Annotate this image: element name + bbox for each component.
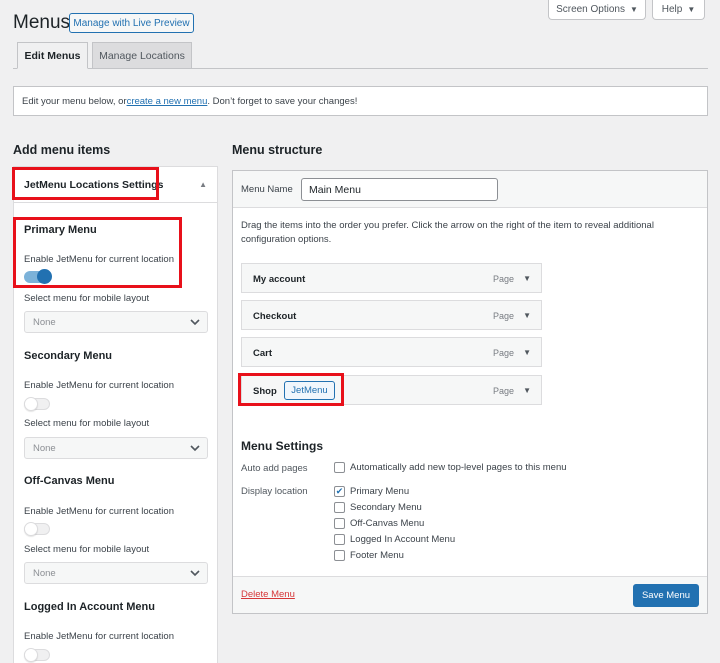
location-checkbox-offcanvas[interactable]: Off-Canvas Menu <box>334 518 424 529</box>
help-label: Help <box>661 4 683 15</box>
edit-notice: Edit your menu below, or create a new me… <box>13 86 708 116</box>
auto-add-label: Auto add pages <box>241 463 308 474</box>
enable-label-primary: Enable JetMenu for current location <box>24 254 174 265</box>
menu-name-input[interactable]: Main Menu <box>301 178 498 201</box>
menu-name-bar: Menu Name Main Menu <box>233 171 707 208</box>
menu-item-type: Page <box>492 386 514 396</box>
create-new-menu-link[interactable]: create a new menu <box>127 96 208 107</box>
auto-add-checkbox[interactable] <box>334 462 345 473</box>
enable-label-offcanvas: Enable JetMenu for current location <box>24 506 174 517</box>
save-menu-button[interactable]: Save Menu <box>633 584 699 607</box>
location-checkbox-primary[interactable]: ✔ Primary Menu <box>334 486 409 497</box>
mobile-label-secondary: Select menu for mobile layout <box>24 418 150 429</box>
menu-item-type: Page <box>492 274 514 284</box>
caret-up-icon[interactable]: ▲ <box>199 180 207 189</box>
accordion-title: JetMenu Locations Settings <box>24 179 164 191</box>
tab-manage-locations[interactable]: Manage Locations <box>92 42 192 69</box>
checkbox[interactable] <box>334 534 345 545</box>
tab-edit-menus[interactable]: Edit Menus <box>17 42 88 69</box>
menu-item-title: Checkout <box>253 311 297 322</box>
menu-item[interactable]: Checkout Page ▼ <box>241 300 542 330</box>
caret-down-icon[interactable]: ▼ <box>523 386 531 395</box>
location-title-primary: Primary Menu <box>24 224 97 236</box>
menu-item[interactable]: Shop JetMenu Page ▼ <box>241 375 542 405</box>
location-checkbox-footer[interactable]: Footer Menu <box>334 550 404 561</box>
menu-instructions: Drag the items into the order you prefer… <box>241 220 654 245</box>
menu-item[interactable]: Cart Page ▼ <box>241 337 542 367</box>
toggle-knob <box>37 269 52 284</box>
menu-structure-heading: Menu structure <box>232 143 323 157</box>
mobile-select-offcanvas[interactable]: None <box>24 562 208 584</box>
menu-item-title: Shop <box>253 386 277 397</box>
chevron-down-icon <box>190 319 200 326</box>
checkbox[interactable] <box>334 550 345 561</box>
notice-text-before: Edit your menu below, or <box>22 95 127 107</box>
location-title-secondary: Secondary Menu <box>24 350 113 362</box>
jetmenu-locations-accordion-header[interactable]: JetMenu Locations Settings ▲ <box>14 167 217 203</box>
location-checkbox-label: Secondary Menu <box>350 502 422 513</box>
location-title-offcanvas: Off-Canvas Menu <box>24 475 115 487</box>
checkbox[interactable] <box>334 518 345 529</box>
enable-toggle-secondary[interactable] <box>24 397 50 411</box>
mobile-select-primary[interactable]: None <box>24 311 208 333</box>
checkbox-checked[interactable]: ✔ <box>334 486 345 497</box>
delete-menu-link[interactable]: Delete Menu <box>241 589 295 600</box>
enable-toggle-primary[interactable] <box>24 269 52 284</box>
notice-text-after: . Don’t forget to save your changes! <box>207 95 358 107</box>
mobile-select-secondary[interactable]: None <box>24 437 208 459</box>
enable-toggle-logged-in[interactable] <box>24 648 50 662</box>
chevron-down-icon <box>190 570 200 577</box>
jetmenu-badge[interactable]: JetMenu <box>284 381 335 400</box>
display-location-label: Display location <box>241 486 308 497</box>
caret-down-icon[interactable]: ▼ <box>523 348 531 357</box>
enable-label-secondary: Enable JetMenu for current location <box>24 380 174 391</box>
caret-down-icon: ▼ <box>630 5 638 14</box>
location-checkbox-label: Off-Canvas Menu <box>350 518 425 529</box>
menu-structure-panel: Menu Name Main Menu Drag the items into … <box>232 170 708 614</box>
menu-item-type: Page <box>492 348 514 358</box>
add-menu-items-heading: Add menu items <box>13 143 111 157</box>
caret-down-icon[interactable]: ▼ <box>523 311 531 320</box>
enable-label-logged-in: Enable JetMenu for current location <box>24 631 174 642</box>
menu-item-title: Cart <box>253 348 273 359</box>
toggle-knob <box>24 522 38 536</box>
caret-down-icon: ▼ <box>687 5 696 14</box>
screen-options-button[interactable]: Screen Options ▼ <box>548 0 646 20</box>
help-button[interactable]: Help ▼ <box>652 0 705 20</box>
live-preview-button[interactable]: Manage with Live Preview <box>69 13 194 33</box>
page-title: Menus <box>13 12 71 33</box>
auto-add-checkbox-row[interactable]: Automatically add new top-level pages to… <box>334 462 567 473</box>
screen-options-label: Screen Options <box>556 4 625 15</box>
checkbox[interactable] <box>334 502 345 513</box>
toggle-knob <box>24 648 38 662</box>
menu-item[interactable]: My account Page ▼ <box>241 263 542 293</box>
location-checkbox-logged-in[interactable]: Logged In Account Menu <box>334 534 455 545</box>
toggle-knob <box>24 397 38 411</box>
chevron-down-icon <box>190 445 200 452</box>
caret-down-icon[interactable]: ▼ <box>523 274 531 283</box>
menu-name-label: Menu Name <box>241 184 293 195</box>
mobile-label-primary: Select menu for mobile layout <box>24 293 150 304</box>
location-checkbox-label: Logged In Account Menu <box>350 534 456 545</box>
jetmenu-locations-panel: JetMenu Locations Settings ▲ Primary Men… <box>13 166 218 663</box>
auto-add-text: Automatically add new top-level pages to… <box>350 462 567 473</box>
select-value: None <box>33 316 56 328</box>
location-checkbox-label: Primary Menu <box>350 486 410 497</box>
menu-item-type: Page <box>492 311 514 321</box>
menu-footer-bar: Delete Menu Save Menu <box>233 576 707 613</box>
location-checkbox-label: Footer Menu <box>350 550 404 561</box>
mobile-label-offcanvas: Select menu for mobile layout <box>24 544 150 555</box>
menu-item-title: My account <box>253 274 306 285</box>
location-checkbox-secondary[interactable]: Secondary Menu <box>334 502 422 513</box>
enable-toggle-offcanvas[interactable] <box>24 522 50 536</box>
menu-settings-heading: Menu Settings <box>241 439 324 453</box>
location-title-logged-in: Logged In Account Menu <box>24 601 155 613</box>
select-value: None <box>33 442 56 454</box>
select-value: None <box>33 567 56 579</box>
